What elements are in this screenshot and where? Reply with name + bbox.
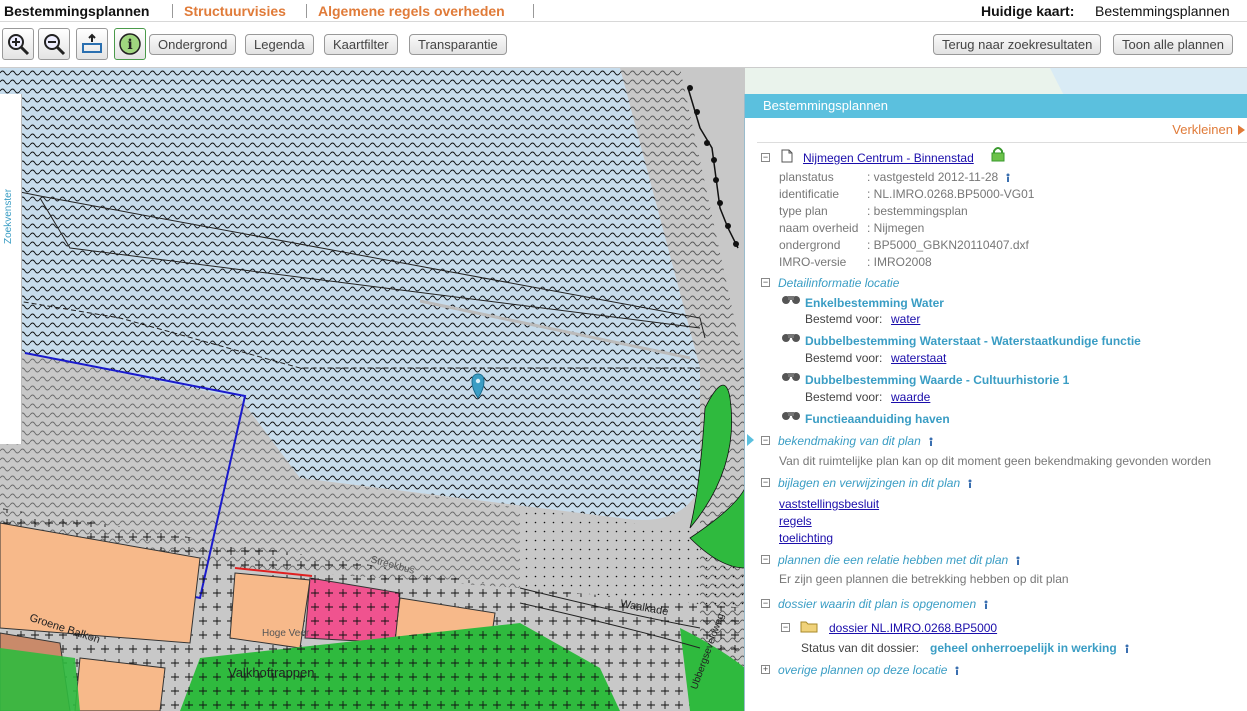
map-label-valkhoftrappen: Valkhoftrappen xyxy=(228,665,315,680)
search-panel-tab[interactable]: Zoekvenster xyxy=(0,94,22,444)
bijlage-link-toelichting[interactable]: toelichting xyxy=(779,531,833,545)
back-to-results-button[interactable]: Terug naar zoekresultaten xyxy=(933,34,1102,55)
binoculars-icon xyxy=(782,412,800,420)
bestemd-voor-link-waterstaat[interactable]: waterstaat xyxy=(891,351,946,365)
bestemd-voor-label: Bestemd voor: xyxy=(805,351,883,365)
kaartfilter-button[interactable]: Kaartfilter xyxy=(324,34,398,55)
relatie-title: plannen die een relatie hebben met dit p… xyxy=(778,553,1022,567)
bijlage-link-vaststellingsbesluit[interactable]: vaststellingsbesluit xyxy=(779,497,879,511)
panel-divider xyxy=(757,142,1247,143)
meta-value: : NL.IMRO.0268.BP5000-VG01 xyxy=(867,187,1035,201)
map-label-hoge-veer: Hoge Veer xyxy=(262,628,310,639)
tab-separator xyxy=(172,4,173,18)
zoom-extent-icon[interactable] xyxy=(76,28,108,60)
relatie-text: Er zijn geen plannen die betrekking hebb… xyxy=(779,572,1069,586)
svg-text:i: i xyxy=(127,37,132,53)
collapse-toggle-relatie[interactable]: − xyxy=(761,555,770,564)
panel-title: Bestemmingsplannen xyxy=(745,94,1247,118)
zoom-in-icon[interactable] xyxy=(2,28,34,60)
arrow-right-icon xyxy=(1238,125,1245,135)
ondergrond-button[interactable]: Ondergrond xyxy=(149,34,237,55)
search-panel-tab-label: Zoekvenster xyxy=(3,188,14,244)
current-map-label: Huidige kaart: xyxy=(981,3,1075,19)
top-tab-bar: Bestemmingsplannen Structuurvisies Algem… xyxy=(0,0,1247,22)
overige-plannen-title: overige plannen op deze locatie xyxy=(778,663,961,677)
current-map-value: Bestemmingsplannen xyxy=(1095,3,1230,19)
collapse-toggle-plan[interactable]: − xyxy=(761,153,770,162)
show-all-plans-button[interactable]: Toon alle plannen xyxy=(1113,34,1233,55)
bijlagen-title: bijlagen en verwijzingen in dit plan xyxy=(778,476,974,490)
meta-key: type plan xyxy=(779,204,828,218)
bekendmaking-text: Van dit ruimtelijke plan kan op dit mome… xyxy=(779,454,1212,468)
meta-value: : Nijmegen xyxy=(867,221,925,235)
collapse-toggle-dossier-item[interactable]: − xyxy=(781,623,790,632)
collapse-toggle-detail[interactable]: − xyxy=(761,278,770,287)
expand-toggle-overige[interactable]: + xyxy=(761,665,770,674)
meta-key: planstatus xyxy=(779,170,834,184)
meta-key: naam overheid xyxy=(779,221,859,235)
detail-item-name: Dubbelbestemming Waterstaat - Waterstaat… xyxy=(805,334,1141,348)
detail-item-name: Dubbelbestemming Waarde - Cultuurhistori… xyxy=(805,373,1070,387)
folder-icon xyxy=(800,621,818,633)
info-small-icon xyxy=(984,600,988,609)
meta-value: : bestemmingsplan xyxy=(867,204,968,218)
tab-algemene-regels[interactable]: Algemene regels overheden xyxy=(318,3,505,19)
binoculars-icon xyxy=(782,334,800,342)
transparantie-button[interactable]: Transparantie xyxy=(409,34,507,55)
collapse-toggle-bijlagen[interactable]: − xyxy=(761,478,770,487)
tab-separator xyxy=(533,4,534,18)
plan-info-panel: Bestemmingsplannen Verkleinen − Nijmegen… xyxy=(744,94,1247,711)
tab-structuurvisies[interactable]: Structuurvisies xyxy=(184,3,286,19)
detail-item-name: Enkelbestemming Water xyxy=(805,296,944,310)
lock-icon xyxy=(991,147,1005,162)
meta-value: : vastgesteld 2012-11-28 xyxy=(867,170,1012,184)
plan-name-link[interactable]: Nijmegen Centrum - Binnenstad xyxy=(803,151,974,165)
bestemd-voor-label: Bestemd voor: xyxy=(805,390,883,404)
dossier-status-value: geheel onherroepelijk in werking xyxy=(930,641,1131,655)
map-toolbar: i Ondergrond Legenda Kaartfilter Transpa… xyxy=(0,22,1247,68)
info-small-icon xyxy=(1016,556,1020,565)
bijlage-link-regels[interactable]: regels xyxy=(779,514,812,528)
meta-value: : IMRO2008 xyxy=(867,255,932,269)
bestemd-voor-link-waarde[interactable]: waarde xyxy=(891,390,930,404)
dossier-title: dossier waarin dit plan is opgenomen xyxy=(778,597,990,611)
info-small-icon xyxy=(929,437,933,446)
info-small-icon xyxy=(968,479,972,488)
bestemd-voor-label: Bestemd voor: xyxy=(805,312,883,326)
panel-collapse-arrow-icon[interactable] xyxy=(745,434,757,446)
meta-key: IMRO-versie xyxy=(779,255,847,269)
document-icon xyxy=(781,149,793,163)
meta-key: ondergrond xyxy=(779,238,841,252)
collapse-toggle-bekendmaking[interactable]: − xyxy=(761,436,770,445)
verkleinen-link[interactable]: Verkleinen xyxy=(1172,122,1233,137)
info-small-icon xyxy=(1125,644,1129,653)
binoculars-icon xyxy=(782,373,800,381)
dossier-link[interactable]: dossier NL.IMRO.0268.BP5000 xyxy=(829,621,997,635)
meta-value: : BP5000_GBKN20110407.dxf xyxy=(867,238,1029,252)
zoom-out-icon[interactable] xyxy=(38,28,70,60)
info-icon[interactable]: i xyxy=(114,28,146,60)
bekendmaking-title: bekendmaking van dit plan xyxy=(778,434,935,448)
detail-item-name: Functieaanduiding haven xyxy=(805,412,950,426)
binoculars-icon xyxy=(782,296,800,304)
meta-key: identificatie xyxy=(779,187,840,201)
tab-separator xyxy=(306,4,307,18)
info-small-icon xyxy=(955,666,959,675)
dossier-status-label: Status van dit dossier: xyxy=(801,641,920,655)
collapse-toggle-dossier[interactable]: − xyxy=(761,599,770,608)
bestemd-voor-link-water[interactable]: water xyxy=(891,312,920,326)
tab-bestemmingsplannen[interactable]: Bestemmingsplannen xyxy=(4,3,149,19)
detail-section-title: Detailinformatie locatie xyxy=(778,276,900,290)
info-small-icon xyxy=(1006,173,1010,182)
legenda-button[interactable]: Legenda xyxy=(245,34,314,55)
